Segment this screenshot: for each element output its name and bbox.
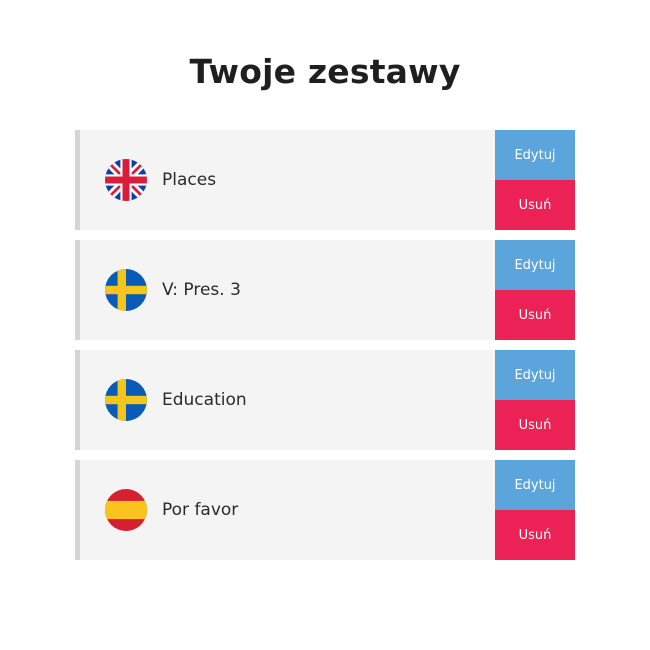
delete-button[interactable]: Usuń [495, 400, 575, 450]
delete-button[interactable]: Usuń [495, 290, 575, 340]
set-name[interactable]: Places [162, 130, 216, 230]
set-actions: Edytuj Usuń [495, 240, 575, 340]
uk-flag-icon [105, 159, 147, 201]
set-card[interactable]: Places Edytuj Usuń [75, 130, 575, 230]
set-actions: Edytuj Usuń [495, 130, 575, 230]
set-name[interactable]: V: Pres. 3 [162, 240, 241, 340]
delete-button[interactable]: Usuń [495, 510, 575, 560]
set-actions: Edytuj Usuń [495, 350, 575, 450]
set-card[interactable]: V: Pres. 3 Edytuj Usuń [75, 240, 575, 340]
page: Twoje zestawy Places Edytuj Usuń V: Pres… [0, 0, 650, 650]
delete-button[interactable]: Usuń [495, 180, 575, 230]
edit-button[interactable]: Edytuj [495, 350, 575, 400]
edit-button[interactable]: Edytuj [495, 460, 575, 510]
set-card[interactable]: Por favor Edytuj Usuń [75, 460, 575, 560]
edit-button[interactable]: Edytuj [495, 130, 575, 180]
set-actions: Edytuj Usuń [495, 460, 575, 560]
set-card[interactable]: Education Edytuj Usuń [75, 350, 575, 450]
sweden-flag-icon [105, 269, 147, 311]
edit-button[interactable]: Edytuj [495, 240, 575, 290]
spain-flag-icon [105, 489, 147, 531]
page-title: Twoje zestawy [189, 52, 461, 91]
set-name[interactable]: Education [162, 350, 247, 450]
set-name[interactable]: Por favor [162, 460, 238, 560]
sweden-flag-icon [105, 379, 147, 421]
sets-list: Places Edytuj Usuń V: Pres. 3 Edytuj Usu… [75, 130, 575, 570]
